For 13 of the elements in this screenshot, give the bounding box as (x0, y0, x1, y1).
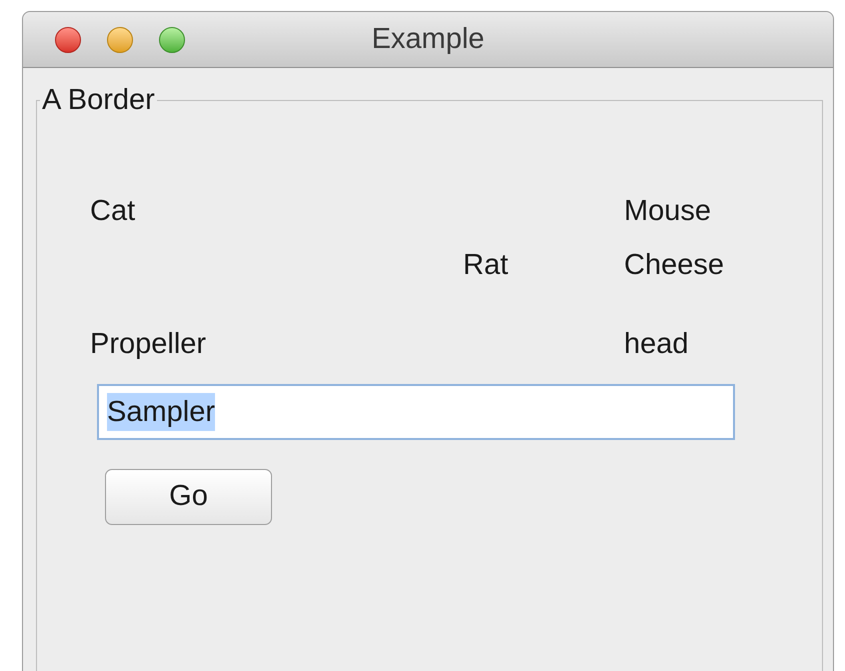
input-field[interactable]: Sampler (97, 384, 735, 440)
minimize-light-icon[interactable] (107, 26, 133, 52)
label: Propeller (90, 327, 206, 361)
label: Cheese (624, 248, 724, 282)
go-button[interactable]: Go (105, 469, 272, 525)
field-text: Sampler (107, 393, 215, 431)
label: head (624, 327, 689, 361)
zoom-light-icon[interactable] (159, 26, 185, 52)
label: Mouse (624, 194, 712, 228)
close-light-icon[interactable] (55, 26, 81, 52)
label: Cat (90, 194, 136, 228)
label: Rat (463, 248, 508, 282)
window-title: Example (372, 22, 484, 57)
